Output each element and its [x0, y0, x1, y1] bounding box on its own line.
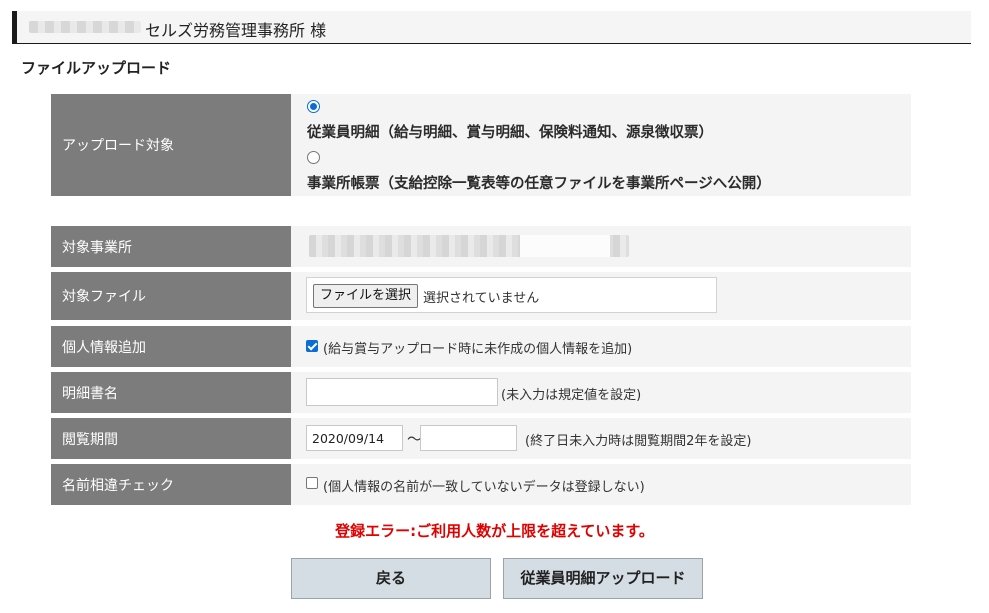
statement-name-label: 明細書名 — [51, 372, 291, 413]
statement-name-note: (未入力は規定値を設定) — [501, 388, 642, 403]
name-mismatch-checkbox[interactable] — [306, 477, 318, 489]
statement-name-row: 明細書名 (未入力は規定値を設定) — [51, 372, 911, 413]
employee-statement-upload-button[interactable]: 従業員明細アップロード — [503, 558, 703, 599]
employee-statement-option-label[interactable]: 従業員明細（給与明細、賞与明細、保険料通知、源泉徴収票） — [307, 121, 713, 142]
redacted-office-name — [309, 235, 629, 257]
add-personal-info-label: 個人情報追加 — [51, 326, 291, 367]
redacted-user-name — [29, 21, 141, 33]
office-name: セルズ労務管理事務所 様 — [145, 21, 327, 40]
viewing-period-note: (終了日未入力時は閲覧期間2年を設定) — [525, 434, 752, 449]
page-title: ファイルアップロード — [21, 59, 172, 77]
add-personal-info-cell: (給与賞与アップロード時に未作成の個人情報を追加) — [291, 326, 911, 367]
name-mismatch-note: (個人情報の名前が一致していないデータは登録しない) — [323, 480, 645, 495]
add-personal-info-note: (給与賞与アップロード時に未作成の個人情報を追加) — [323, 342, 633, 357]
employee-statement-radio[interactable] — [307, 100, 320, 113]
statement-name-cell: (未入力は規定値を設定) — [291, 372, 911, 413]
file-input[interactable]: ファイルを選択 選択されていません — [306, 277, 717, 313]
period-end-input[interactable] — [420, 425, 517, 451]
viewing-period-cell: 〜 (終了日未入力時は閲覧期間2年を設定) — [291, 418, 911, 459]
target-file-label: 対象ファイル — [51, 272, 291, 320]
upload-target-cell: 従業員明細（給与明細、賞与明細、保険料通知、源泉徴収票） 事業所帳票（支給控除一… — [291, 94, 911, 196]
target-file-row: 対象ファイル ファイルを選択 選択されていません — [51, 272, 911, 320]
error-message: 登録エラー:ご利用人数が上限を超えています。 — [335, 522, 654, 540]
choose-file-button[interactable]: ファイルを選択 — [313, 284, 419, 308]
name-mismatch-label: 名前相違チェック — [51, 464, 291, 505]
office-document-radio[interactable] — [307, 151, 320, 164]
target-office-label: 対象事業所 — [51, 226, 291, 267]
file-status: 選択されていません — [423, 291, 540, 306]
upload-target-label: アップロード対象 — [51, 94, 291, 196]
office-header: セルズ労務管理事務所 様 — [12, 11, 971, 44]
target-office-row: 対象事業所 — [51, 226, 911, 267]
add-personal-info-row: 個人情報追加 (給与賞与アップロード時に未作成の個人情報を追加) — [51, 326, 911, 367]
target-file-cell: ファイルを選択 選択されていません — [291, 272, 911, 320]
name-mismatch-row: 名前相違チェック (個人情報の名前が一致していないデータは登録しない) — [51, 464, 911, 505]
viewing-period-label: 閲覧期間 — [51, 418, 291, 459]
name-mismatch-cell: (個人情報の名前が一致していないデータは登録しない) — [291, 464, 911, 505]
add-personal-info-checkbox[interactable] — [306, 340, 318, 352]
period-start-input[interactable] — [306, 425, 403, 451]
upload-target-row: アップロード対象 従業員明細（給与明細、賞与明細、保険料通知、源泉徴収票） 事業… — [51, 94, 911, 196]
target-office-cell — [291, 226, 911, 267]
statement-name-input[interactable] — [306, 378, 498, 406]
office-document-option-label[interactable]: 事業所帳票（支給控除一覧表等の任意ファイルを事業所ページへ公開） — [307, 172, 771, 193]
viewing-period-row: 閲覧期間 〜 (終了日未入力時は閲覧期間2年を設定) — [51, 418, 911, 459]
back-button[interactable]: 戻る — [291, 558, 491, 599]
